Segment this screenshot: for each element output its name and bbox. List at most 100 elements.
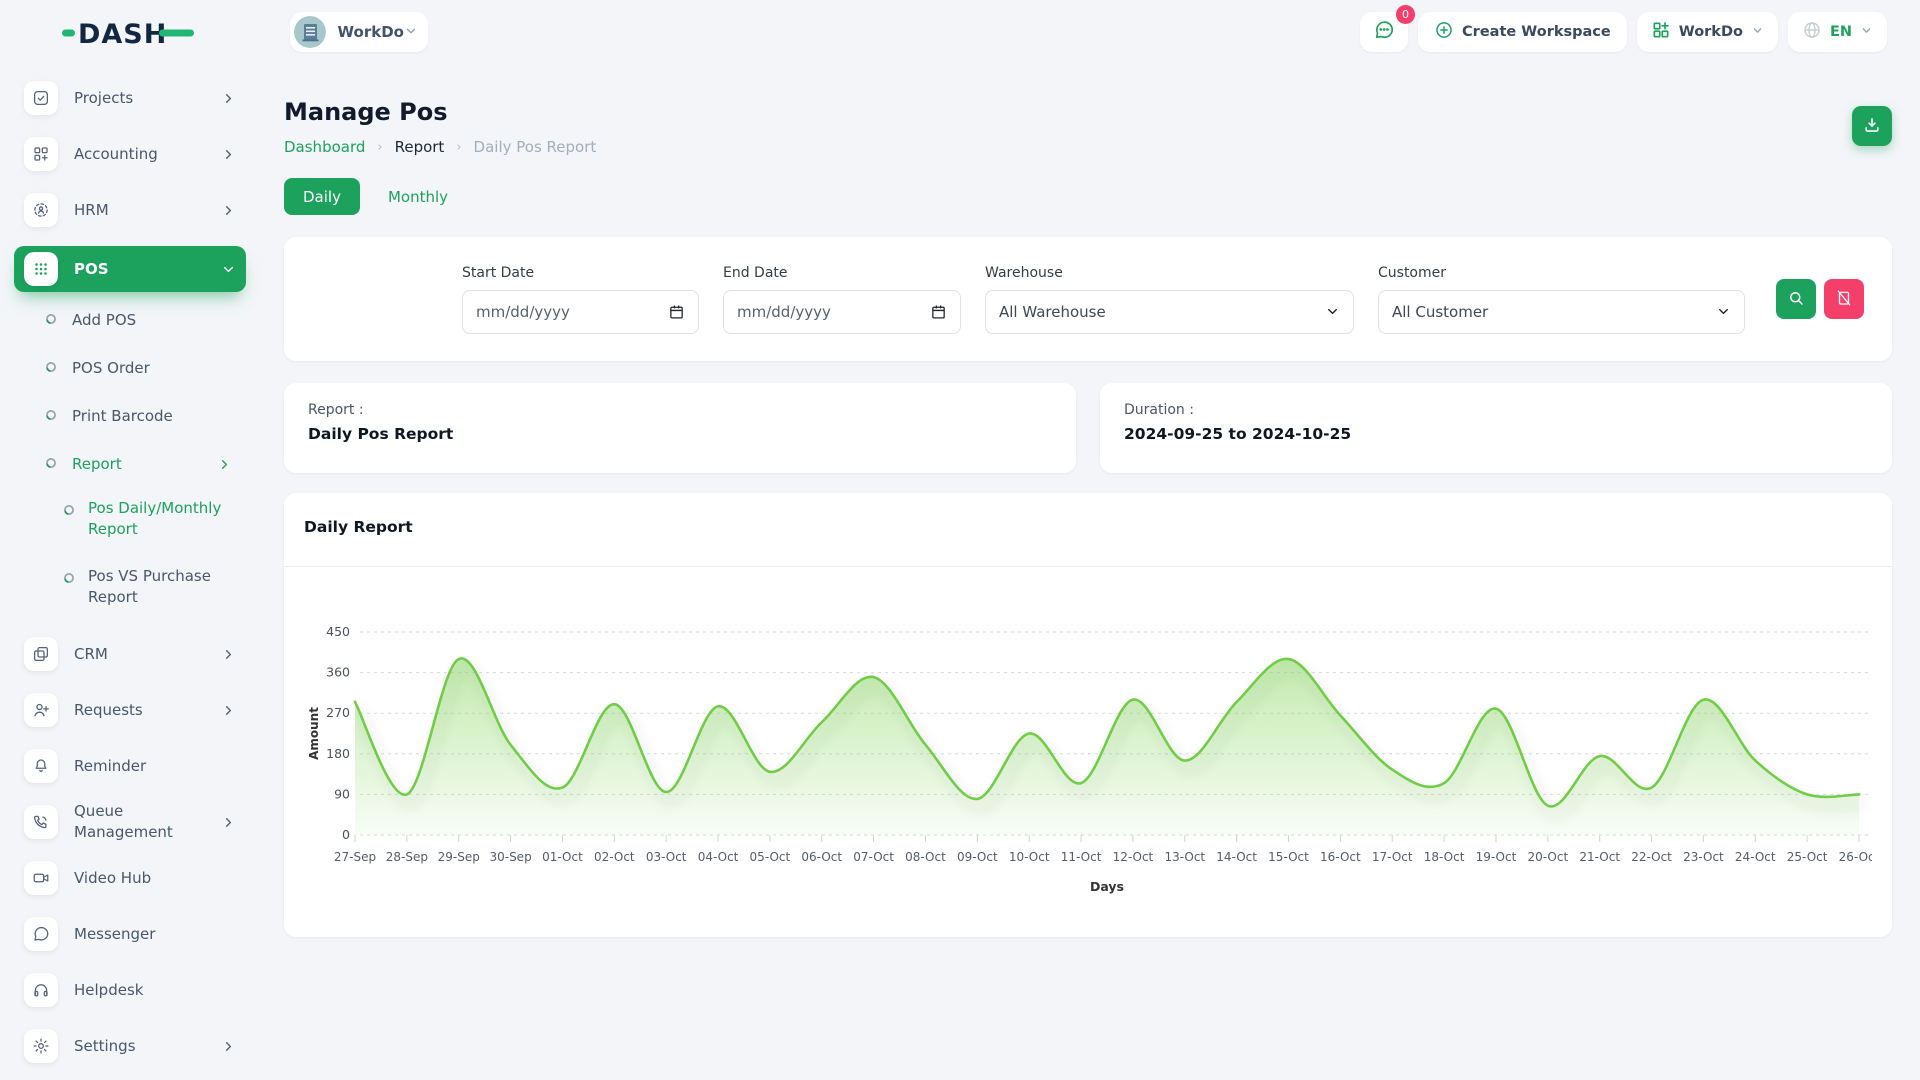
warehouse-selected-value: All Warehouse — [999, 303, 1106, 321]
x-axis-tick-label: 24-Oct — [1735, 850, 1776, 864]
search-icon — [1787, 289, 1805, 310]
sidebar-item-requests[interactable]: Requests — [14, 690, 246, 730]
tab-monthly[interactable]: Monthly — [374, 178, 462, 215]
daily-report-card: Daily Report 090180270360450Amount27-Sep… — [284, 493, 1892, 937]
sidebar-item-pos-order[interactable]: POS Order — [14, 354, 246, 382]
sidebar-item-hrm[interactable]: HRM — [14, 190, 246, 230]
x-axis-tick-label: 03-Oct — [646, 850, 687, 864]
bullet-icon — [44, 455, 58, 474]
apply-filter-button[interactable] — [1776, 279, 1816, 319]
x-axis-tick-label: 20-Oct — [1527, 850, 1568, 864]
x-axis-title: Days — [1090, 879, 1124, 894]
warehouse-label: Warehouse — [985, 265, 1354, 281]
summary-row: Report : Daily Pos Report Duration : 202… — [284, 383, 1892, 473]
customer-selected-value: All Customer — [1392, 303, 1488, 321]
x-axis-tick-label: 07-Oct — [853, 850, 894, 864]
warehouse-select[interactable]: All Warehouse — [985, 290, 1354, 334]
start-date-input[interactable]: mm/dd/yyyy — [462, 290, 699, 334]
messages-button[interactable]: 0 — [1360, 12, 1408, 52]
x-axis-tick-label: 26-Oct — [1839, 850, 1872, 864]
chevron-separator-icon: › — [456, 140, 461, 155]
calendar-icon[interactable] — [930, 303, 947, 320]
create-workspace-label: Create Workspace — [1462, 24, 1611, 40]
breadcrumb-dashboard[interactable]: Dashboard — [284, 138, 365, 156]
download-report-button[interactable] — [1852, 106, 1892, 146]
tab-daily[interactable]: Daily — [284, 178, 360, 215]
end-date-placeholder: mm/dd/yyyy — [737, 303, 831, 321]
language-code: EN — [1830, 24, 1852, 40]
dots-grid-icon — [24, 252, 58, 286]
calendar-icon[interactable] — [668, 303, 685, 320]
report-period-tabs: Daily Monthly — [284, 178, 1892, 215]
x-axis-tick-label: 12-Oct — [1113, 850, 1154, 864]
headphones-icon — [24, 973, 58, 1007]
chevron-right-icon — [221, 815, 236, 830]
x-axis-tick-label: 15-Oct — [1268, 850, 1309, 864]
sidebar-item-queue-management[interactable]: Queue Management — [14, 802, 246, 842]
y-axis-tick-label: 0 — [342, 827, 350, 842]
x-axis-tick-label: 27-Sep — [334, 850, 376, 864]
chevron-right-icon — [221, 147, 236, 162]
gear-icon — [24, 1029, 58, 1063]
x-axis-tick-label: 30-Sep — [489, 850, 531, 864]
sidebar-item-settings[interactable]: Settings — [14, 1026, 246, 1066]
sidebar-item-projects[interactable]: Projects — [14, 78, 246, 118]
sidebar-item-report[interactable]: Report — [14, 450, 246, 478]
sidebar-item-accounting[interactable]: Accounting — [14, 134, 246, 174]
grid-plus-icon — [1651, 20, 1671, 44]
end-date-label: End Date — [723, 265, 961, 281]
chevron-right-icon — [217, 457, 232, 472]
create-workspace-button[interactable]: Create Workspace — [1418, 12, 1627, 52]
sidebar-item-pos-vs-purchase-report[interactable]: Pos VS Purchase Report — [14, 566, 246, 608]
sidebar-item-helpdesk[interactable]: Helpdesk — [14, 970, 246, 1010]
area-fill — [355, 658, 1859, 835]
x-axis-tick-label: 16-Oct — [1320, 850, 1361, 864]
filter-actions — [1776, 279, 1864, 319]
x-axis-tick-label: 08-Oct — [905, 850, 946, 864]
download-icon — [1862, 115, 1882, 138]
x-axis-tick-label: 05-Oct — [750, 850, 791, 864]
start-date-field: Start Date mm/dd/yyyy — [462, 265, 699, 334]
sidebar-item-print-barcode[interactable]: Print Barcode — [14, 402, 246, 430]
workspace-avatar — [294, 16, 326, 48]
customer-select[interactable]: All Customer — [1378, 290, 1745, 334]
report-summary-card: Report : Daily Pos Report — [284, 383, 1076, 473]
end-date-input[interactable]: mm/dd/yyyy — [723, 290, 961, 334]
x-axis-tick-label: 22-Oct — [1631, 850, 1672, 864]
chevron-right-icon — [221, 203, 236, 218]
chevron-right-icon — [221, 647, 236, 662]
workspace-selector[interactable]: WorkDo — [290, 12, 428, 52]
language-selector[interactable]: EN — [1788, 12, 1887, 52]
sidebar-item-add-pos[interactable]: Add POS — [14, 306, 246, 334]
chevron-down-icon — [221, 262, 236, 277]
workspace-name: WorkDo — [338, 23, 404, 41]
x-axis-tick-label: 21-Oct — [1579, 850, 1620, 864]
duration-value: 2024-09-25 to 2024-10-25 — [1124, 425, 1868, 443]
chevron-down-icon — [1325, 304, 1340, 319]
sidebar-item-pos[interactable]: POS — [14, 246, 246, 292]
app-menu-button[interactable]: WorkDo — [1637, 12, 1778, 52]
topbar-actions: 0 Create Workspace WorkDo EN — [1360, 12, 1887, 52]
filter-card: Start Date mm/dd/yyyy End Date mm/dd/yyy… — [284, 237, 1892, 361]
sidebar-item-crm[interactable]: CRM — [14, 634, 246, 674]
chevron-separator-icon: › — [377, 140, 382, 155]
reset-filter-button[interactable] — [1824, 279, 1864, 319]
x-axis-tick-label: 13-Oct — [1164, 850, 1205, 864]
report-label: Report : — [308, 402, 1052, 418]
scan-user-icon — [24, 193, 58, 227]
main-content: Manage Pos Dashboard › Report › Daily Po… — [260, 64, 1920, 1080]
bullet-icon — [62, 502, 76, 521]
sidebar-item-reminder[interactable]: Reminder — [14, 746, 246, 786]
sidebar-item-video-hub[interactable]: Video Hub — [14, 858, 246, 898]
x-axis-tick-label: 17-Oct — [1372, 850, 1413, 864]
chevron-right-icon — [221, 703, 236, 718]
chevron-right-icon — [221, 1039, 236, 1054]
cards-icon — [24, 637, 58, 671]
chart-title: Daily Report — [304, 518, 413, 536]
sidebar-item-messenger[interactable]: Messenger — [14, 914, 246, 954]
sidebar-item-pos-daily-monthly-report[interactable]: Pos Daily/Monthly Report — [14, 498, 246, 540]
checkbox-icon — [24, 81, 58, 115]
chevron-down-icon — [1860, 24, 1873, 41]
y-axis-tick-label: 90 — [334, 786, 350, 801]
chevron-down-icon — [1716, 304, 1731, 319]
